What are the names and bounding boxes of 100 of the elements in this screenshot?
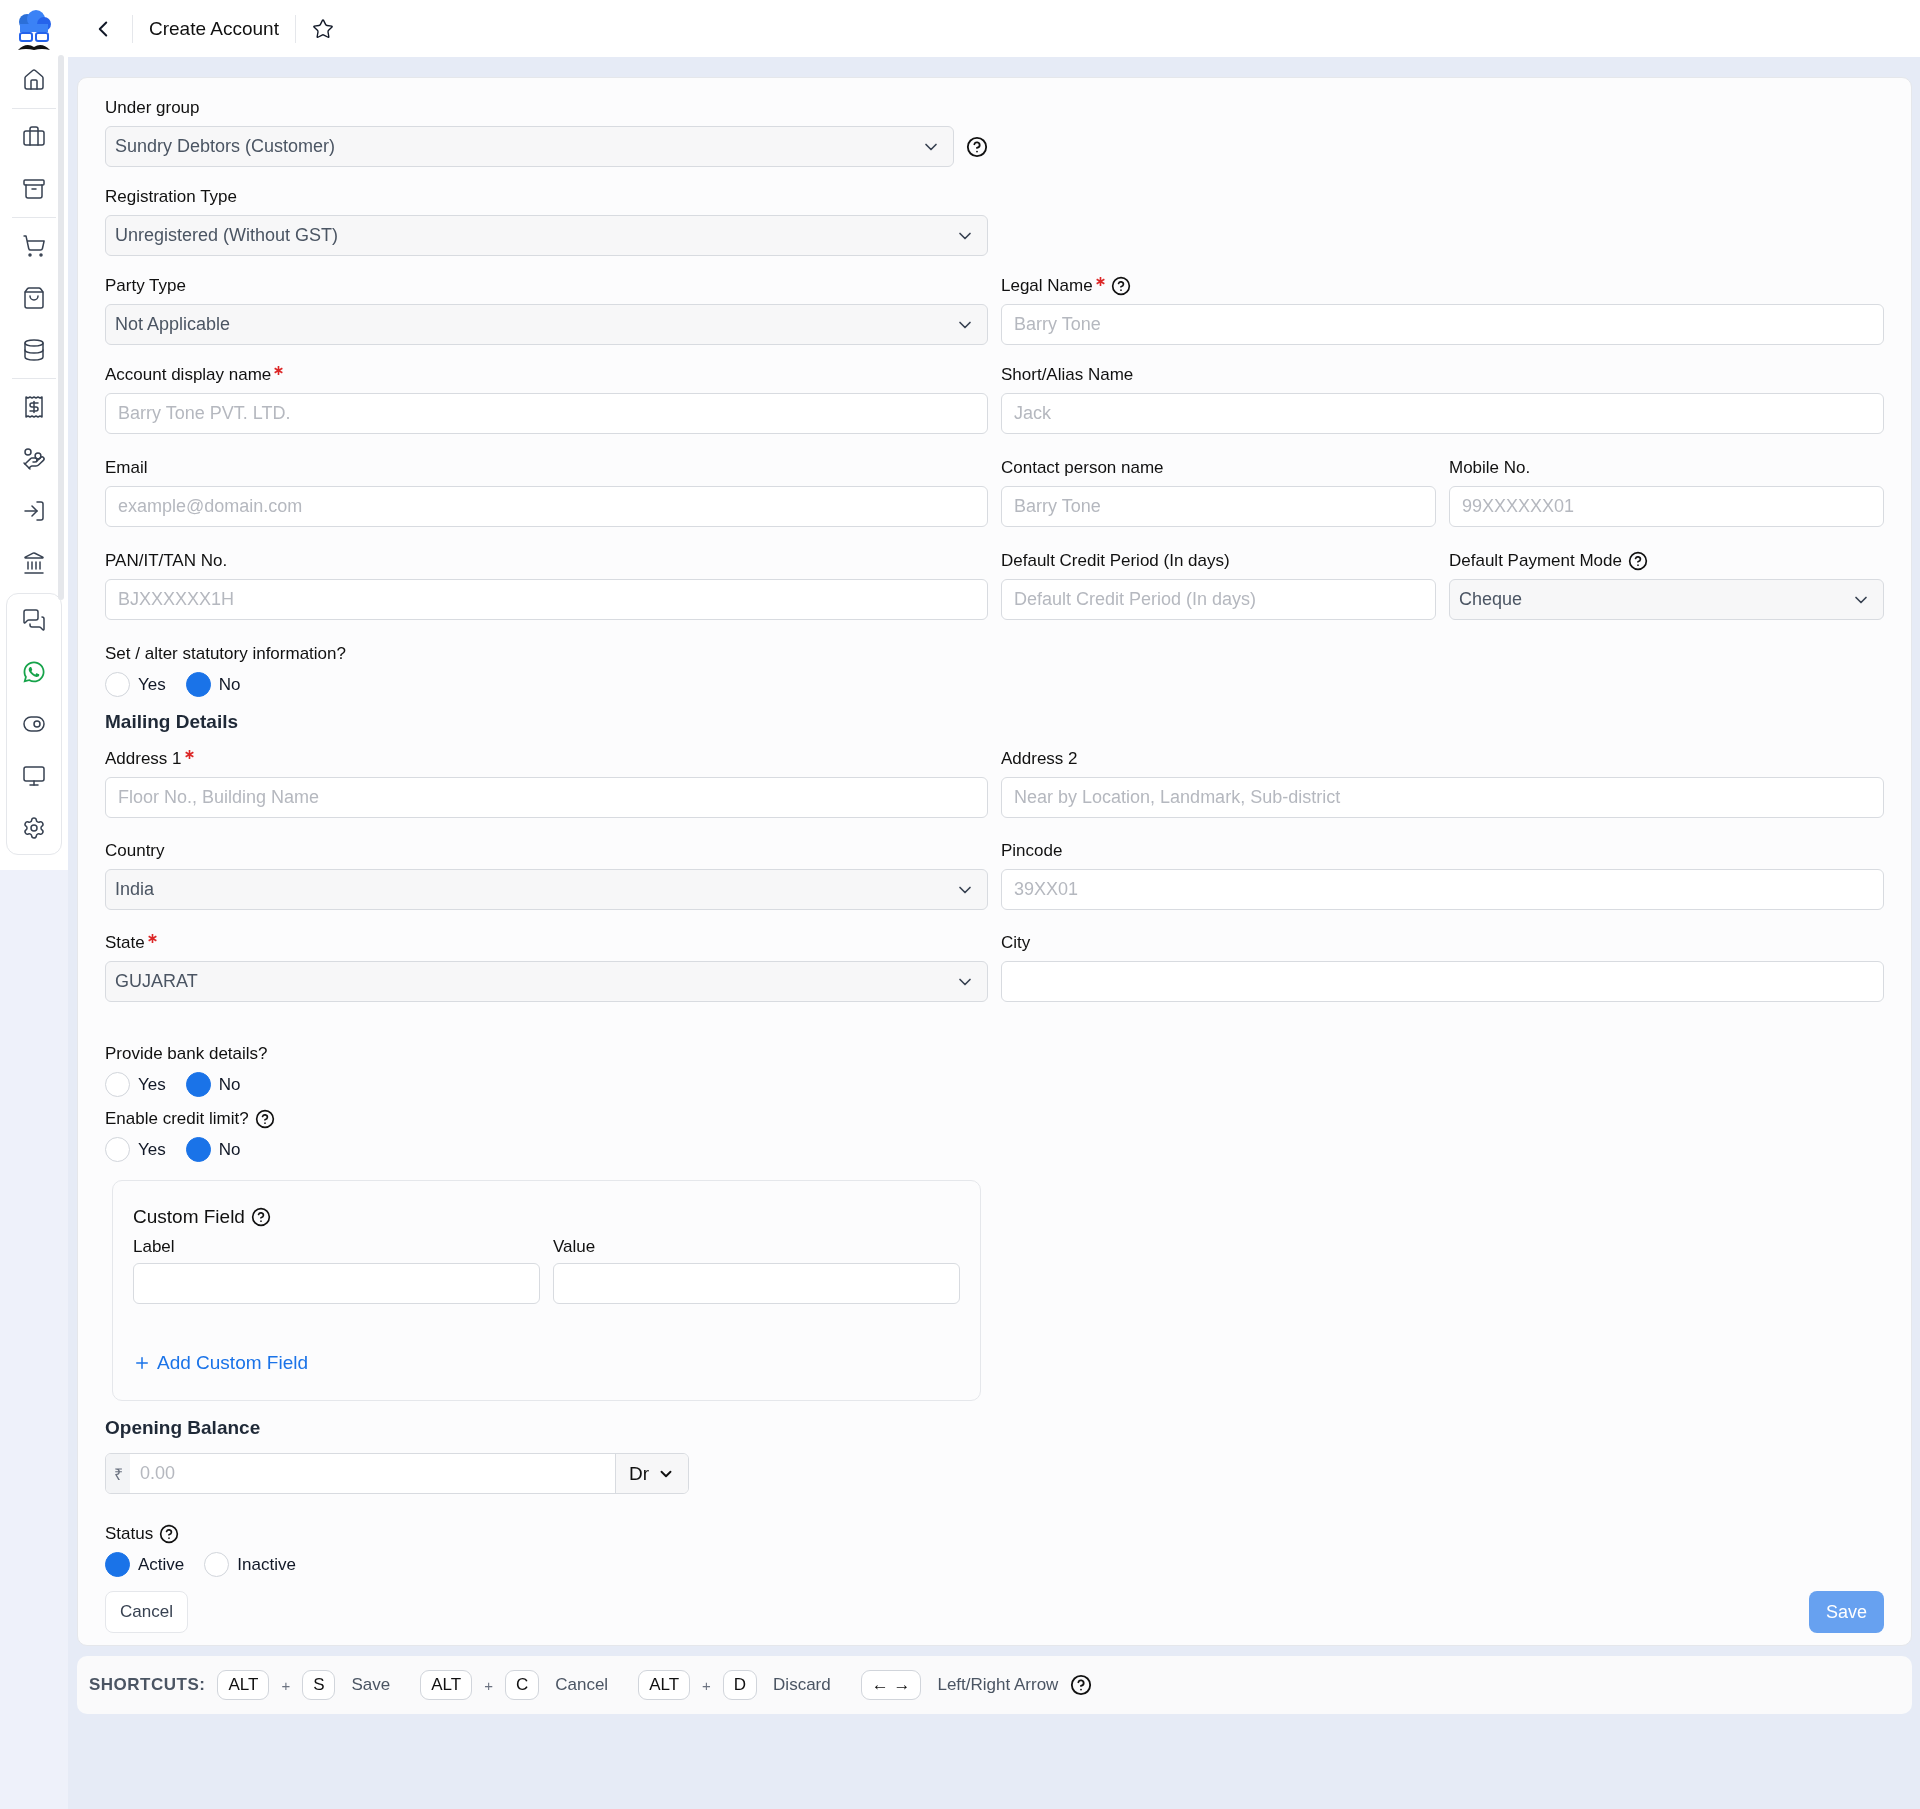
cancel-button[interactable]: Cancel — [105, 1591, 188, 1633]
input-field[interactable]: Floor No., Building Name — [105, 777, 988, 818]
select-field[interactable]: Cheque — [1449, 579, 1884, 620]
radio-button[interactable] — [185, 1072, 211, 1097]
question-label: Status — [105, 1524, 154, 1544]
input-field[interactable] — [133, 1263, 540, 1304]
monitor-icon[interactable] — [22, 764, 46, 788]
radio-option[interactable]: Inactive — [204, 1552, 296, 1577]
radio-button[interactable] — [185, 1137, 211, 1162]
plus-sign: + — [702, 1676, 711, 1694]
select-field[interactable]: Sundry Debtors (Customer) — [105, 126, 954, 167]
key-cap: ALT — [638, 1670, 691, 1700]
field-label: PAN/IT/TAN No. — [105, 551, 228, 571]
key-cap: ALT — [217, 1670, 270, 1700]
field-label: Mobile No. — [1449, 458, 1531, 478]
input-field[interactable]: Jack — [1001, 393, 1884, 434]
help-icon[interactable] — [966, 135, 988, 158]
select-field[interactable]: Unregistered (Without GST) — [105, 215, 988, 256]
amount-field[interactable]: ₹ 0.00 Dr — [105, 1453, 689, 1494]
field-label: Legal Name — [1001, 276, 1093, 296]
radio-option[interactable]: Active — [105, 1552, 185, 1577]
plus-sign: + — [281, 1676, 291, 1694]
radio-button[interactable] — [185, 672, 211, 697]
receipt-icon[interactable] — [22, 395, 46, 419]
input-field[interactable] — [553, 1263, 960, 1304]
input-field[interactable]: Barry Tone PVT. LTD. — [105, 393, 988, 434]
help-icon[interactable] — [1110, 276, 1131, 296]
panel-title: Custom Field — [133, 1206, 245, 1228]
field-label: Email — [105, 458, 148, 478]
radio-option[interactable]: Yes — [105, 1072, 166, 1097]
field-label: Contact person name — [1001, 458, 1164, 478]
section-heading: Mailing Details — [105, 711, 240, 733]
plus-icon — [133, 1354, 151, 1372]
field-label: Label — [133, 1237, 175, 1257]
input-field[interactable]: Barry Tone — [1001, 304, 1884, 345]
field-label: Address 2 — [1001, 749, 1078, 769]
shortcut-action: Cancel — [555, 1675, 609, 1695]
key-cap: D — [722, 1670, 758, 1700]
input-field[interactable]: Barry Tone — [1001, 486, 1436, 527]
field-label: Short/Alias Name — [1001, 365, 1134, 385]
input-field[interactable]: Default Credit Period (In days) — [1001, 579, 1436, 620]
input-field[interactable]: BJXXXXXX1H — [105, 579, 988, 620]
help-icon[interactable] — [1070, 1674, 1093, 1696]
whatsapp-icon[interactable] — [22, 660, 46, 684]
archive-icon[interactable] — [22, 177, 46, 201]
shortcut-action: Left/Right Arrow — [937, 1675, 1059, 1695]
key-cap: C — [504, 1670, 540, 1700]
section-heading: Opening Balance — [105, 1417, 262, 1439]
radio-option[interactable]: Yes — [105, 1137, 166, 1162]
shopping-bag-icon[interactable] — [22, 286, 46, 310]
radio-option[interactable]: Yes — [105, 672, 166, 697]
select-field[interactable]: GUJARAT — [105, 961, 988, 1002]
home-icon[interactable] — [22, 68, 46, 92]
field-label: Account display name — [105, 365, 272, 385]
input-field[interactable]: 39XX01 — [1001, 869, 1884, 910]
help-icon[interactable] — [250, 1207, 271, 1227]
input-field[interactable]: example@domain.com — [105, 486, 988, 527]
field-label: Default Payment Mode — [1449, 551, 1622, 571]
shortcut-action: Discard — [773, 1675, 831, 1695]
cart-icon[interactable] — [22, 234, 46, 258]
question-label: Provide bank details? — [105, 1044, 268, 1064]
input-field[interactable] — [1001, 961, 1884, 1002]
radio-option[interactable]: No — [185, 672, 241, 697]
page-title: Create Account — [149, 17, 279, 40]
settings-icon[interactable] — [22, 816, 46, 840]
field-label: City — [1001, 933, 1031, 953]
help-icon[interactable] — [159, 1524, 180, 1544]
hand-coins-icon[interactable] — [22, 447, 46, 471]
add-custom-field-button[interactable]: Add Custom Field — [133, 1352, 308, 1374]
field-label: Pincode — [1001, 841, 1063, 861]
radio-option[interactable]: No — [185, 1072, 241, 1097]
database-icon[interactable] — [22, 338, 46, 362]
chat-icon[interactable] — [22, 608, 46, 632]
key-cap: ALT — [420, 1670, 473, 1700]
login-icon[interactable] — [22, 499, 46, 523]
dr-cr-select[interactable]: Dr — [616, 1454, 688, 1493]
question-label: Enable credit limit? — [105, 1109, 249, 1129]
key-cap: S — [302, 1670, 336, 1700]
field-label: Party Type — [105, 276, 186, 296]
radio-button[interactable] — [105, 1552, 130, 1577]
bank-icon[interactable] — [22, 551, 46, 575]
star-icon[interactable] — [311, 17, 334, 40]
help-icon[interactable] — [254, 1109, 275, 1129]
field-label: Value — [553, 1237, 596, 1257]
help-icon[interactable] — [1627, 551, 1648, 571]
select-field[interactable]: Not Applicable — [105, 304, 988, 345]
plus-sign: + — [484, 1676, 493, 1694]
radio-option[interactable]: No — [185, 1137, 241, 1162]
field-label: Under group — [105, 98, 200, 118]
field-label: Address 1 — [105, 749, 182, 769]
question-label: Set / alter statutory information? — [105, 644, 346, 664]
briefcase-icon[interactable] — [22, 125, 46, 149]
shortcuts-label: SHORTCUTS: — [89, 1675, 206, 1695]
field-label: Default Credit Period (In days) — [1001, 551, 1230, 571]
shortcut-action: Save — [351, 1675, 391, 1695]
input-field[interactable]: Near by Location, Landmark, Sub-district — [1001, 777, 1884, 818]
select-field[interactable]: India — [105, 869, 988, 910]
input-field[interactable]: 99XXXXXX01 — [1449, 486, 1884, 527]
field-label: Registration Type — [105, 187, 237, 207]
key-cap: ← → — [860, 1670, 922, 1700]
